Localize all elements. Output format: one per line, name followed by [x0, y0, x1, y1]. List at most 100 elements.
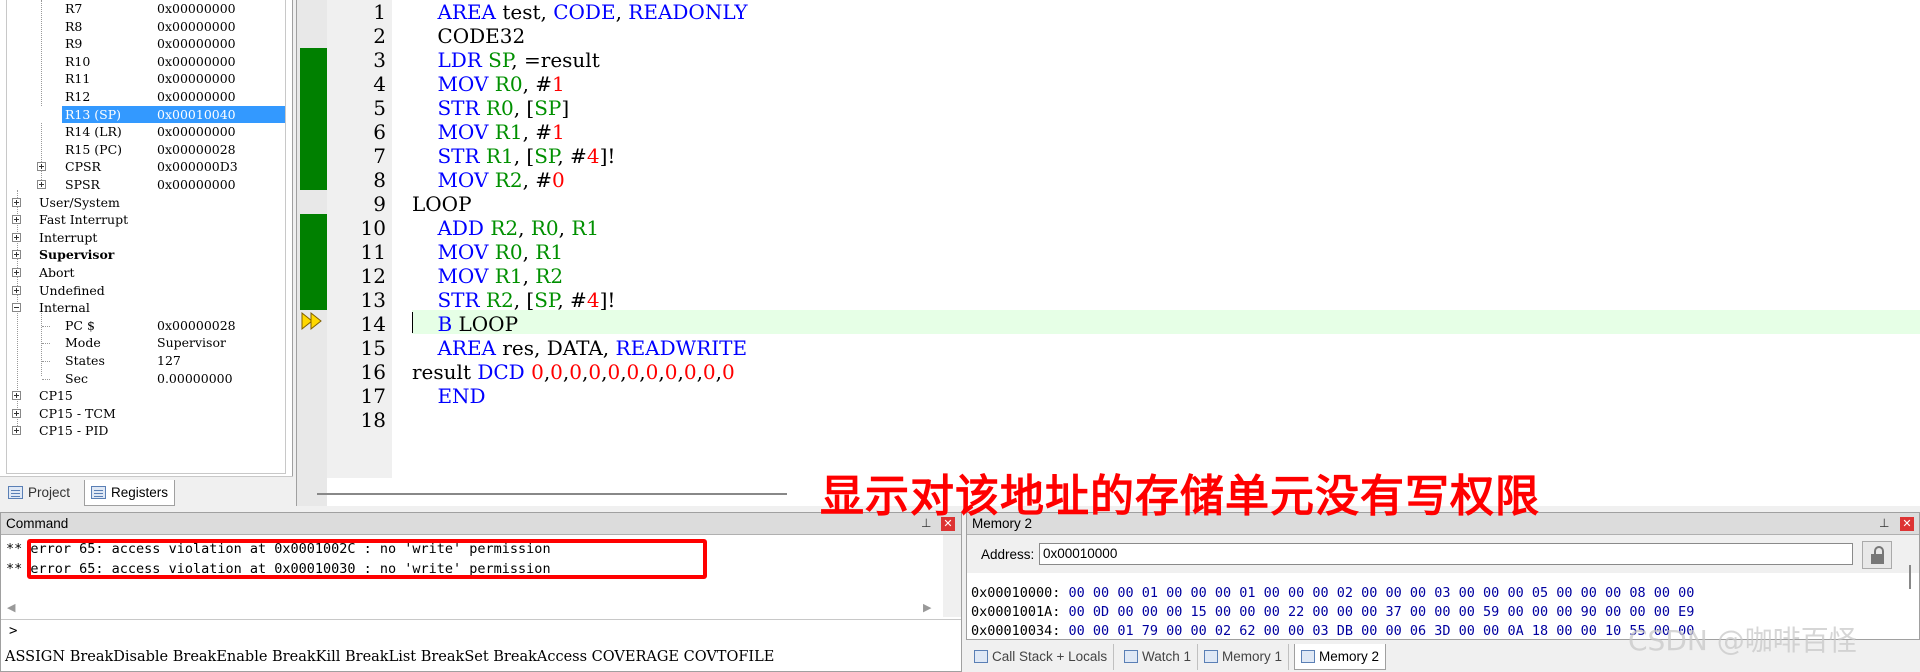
- command-input[interactable]: >: [1, 619, 961, 643]
- code-line: LDR SP, =result: [437, 48, 600, 72]
- register-row-r11[interactable]: R11 0x00000000: [7, 70, 283, 88]
- tab-project[interactable]: Project: [2, 480, 76, 506]
- expand-plus-icon[interactable]: [12, 268, 21, 277]
- group-name: Abort: [39, 265, 75, 280]
- register-tree[interactable]: R7 0x00000000 R8 0x00000000 R9 0x00000000 R…: [6, 0, 286, 474]
- call-stack-icon: [974, 650, 988, 663]
- register-row-r8[interactable]: R8 0x00000000: [7, 18, 283, 36]
- register-group-abort[interactable]: Abort: [7, 264, 283, 282]
- register-group-cp15[interactable]: CP15: [7, 387, 283, 405]
- register-name: States: [65, 353, 105, 368]
- tab-memory-2[interactable]: Memory 2: [1294, 644, 1387, 670]
- register-row-r15-pc[interactable]: R15 (PC) 0x00000028: [7, 141, 283, 159]
- register-name: R9: [65, 36, 83, 52]
- tab-label: Call Stack + Locals: [992, 649, 1108, 664]
- code-line: MOV R0, R1: [437, 240, 564, 264]
- memory-address: 0x00010034:: [971, 623, 1061, 639]
- expand-plus-icon[interactable]: [12, 391, 21, 401]
- annotation-text: 显示对该地址的存储单元没有写权限: [820, 471, 1540, 522]
- memory-vertical-scrollbar[interactable]: [1903, 561, 1917, 595]
- coverage-bar: [300, 48, 327, 190]
- command-vertical-scrollbar[interactable]: [943, 535, 961, 617]
- code-line: MOV R0, #1: [437, 72, 565, 96]
- tab-call-stack-locals[interactable]: Call Stack + Locals: [968, 644, 1115, 670]
- scrollbar-thumb[interactable]: [317, 493, 787, 495]
- line-number: 7: [373, 144, 386, 168]
- code-line: MOV R2, #0: [437, 168, 565, 192]
- group-name: User/System: [39, 194, 120, 210]
- expand-plus-icon[interactable]: [12, 215, 21, 225]
- line-prefix: **: [6, 541, 23, 557]
- register-name: R14 (LR): [65, 124, 122, 140]
- internal-row-pc[interactable]: PC $ 0x00000028: [7, 317, 283, 335]
- tab-registers[interactable]: Registers: [84, 480, 176, 506]
- register-name: Mode: [65, 335, 101, 351]
- register-name: R11: [65, 71, 91, 87]
- code-line: END: [437, 384, 486, 408]
- register-row-r10[interactable]: R10 0x00000000: [7, 53, 283, 71]
- register-value: 0x00010040: [157, 106, 236, 122]
- register-value: 0x00000028: [157, 317, 236, 333]
- scroll-left-icon[interactable]: ◀: [7, 601, 15, 614]
- command-horizontal-scrollbar[interactable]: ◀ ▶: [1, 599, 941, 615]
- line-number: 13: [360, 288, 386, 312]
- code-editor[interactable]: 1 2 3 4 5 6 7 8 9 10 11 12 13 14 15 16 17 18 AREA test, C…: [296, 0, 1920, 506]
- pin-icon[interactable]: ⊥: [1879, 517, 1891, 530]
- expand-plus-icon[interactable]: [12, 250, 21, 260]
- execution-arrow-icon: [301, 311, 322, 331]
- address-input[interactable]: 0x00010000: [1039, 543, 1853, 565]
- register-group-user-system[interactable]: User/System: [7, 194, 283, 212]
- register-row-r13-sp[interactable]: R13 (SP) 0x00010040: [7, 105, 285, 124]
- register-value: 0x00000000: [157, 53, 236, 69]
- expand-plus-icon[interactable]: [37, 162, 46, 172]
- memory-address: 0x00010000:: [971, 585, 1061, 601]
- memory-bytes: 00 0D 00 00 00 15 00 00 00 22 00 00 00 3…: [1068, 604, 1695, 620]
- register-row-r7[interactable]: R7 0x00000000: [7, 0, 283, 18]
- register-group-internal[interactable]: Internal: [7, 299, 283, 317]
- expand-plus-icon[interactable]: [12, 426, 21, 436]
- register-group-cp15-pid[interactable]: CP15 - PID: [7, 422, 283, 440]
- register-group-cp15-tcm[interactable]: CP15 - TCM: [7, 405, 283, 423]
- expand-plus-icon[interactable]: [12, 197, 21, 207]
- register-row-spsr[interactable]: SPSR 0x00000000: [7, 176, 283, 194]
- coverage-gutter[interactable]: [297, 0, 327, 506]
- register-row-r9[interactable]: R9 0x00000000: [7, 35, 283, 53]
- register-value: 127: [157, 353, 181, 368]
- expand-plus-icon[interactable]: [12, 285, 21, 295]
- group-name: CP15: [39, 388, 73, 404]
- command-window: Command ⊥ ✕ ** error 65: access violatio…: [0, 512, 962, 672]
- register-group-undefined[interactable]: Undefined: [7, 282, 283, 300]
- line-number: 15: [360, 336, 386, 360]
- tab-watch-1[interactable]: Watch 1: [1118, 644, 1199, 670]
- register-name: PC $: [65, 317, 95, 333]
- expand-plus-icon[interactable]: [37, 180, 46, 189]
- register-name: R13 (SP): [65, 106, 122, 122]
- command-help-line: ASSIGN BreakDisable BreakEnable BreakKil…: [5, 649, 775, 665]
- internal-row-mode[interactable]: Mode Supervisor: [7, 334, 283, 352]
- register-row-r14-lr[interactable]: R14 (LR) 0x00000000: [7, 123, 283, 141]
- line-number: 12: [360, 264, 386, 288]
- lock-button[interactable]: [1862, 541, 1892, 569]
- expand-plus-icon[interactable]: [12, 408, 21, 418]
- register-group-supervisor[interactable]: Supervisor: [7, 246, 283, 264]
- internal-row-sec[interactable]: Sec 0.00000000: [7, 370, 283, 388]
- register-row-cpsr[interactable]: CPSR 0x000000D3: [7, 158, 283, 176]
- register-group-interrupt[interactable]: Interrupt: [7, 229, 283, 247]
- register-group-fast-interrupt[interactable]: Fast Interrupt: [7, 211, 283, 229]
- tab-memory-1[interactable]: Memory 1: [1198, 644, 1290, 670]
- memory-icon: [1301, 650, 1315, 663]
- register-row-r12[interactable]: R12 0x00000000: [7, 88, 283, 106]
- expand-plus-icon[interactable]: [12, 232, 21, 242]
- collapse-minus-icon[interactable]: [12, 303, 21, 313]
- register-name: R7: [65, 1, 83, 16]
- line-prefix: **: [6, 561, 23, 577]
- group-name: Undefined: [39, 282, 105, 298]
- internal-row-states[interactable]: States 127: [7, 352, 283, 370]
- register-value: 0x00000000: [157, 89, 236, 104]
- close-icon[interactable]: ✕: [1900, 517, 1914, 531]
- registers-icon: [91, 486, 106, 499]
- line-number: 10: [360, 216, 386, 240]
- scroll-right-icon[interactable]: ▶: [923, 601, 931, 614]
- scrollbar-thumb[interactable]: [1909, 565, 1911, 589]
- address-label: Address:: [981, 547, 1035, 562]
